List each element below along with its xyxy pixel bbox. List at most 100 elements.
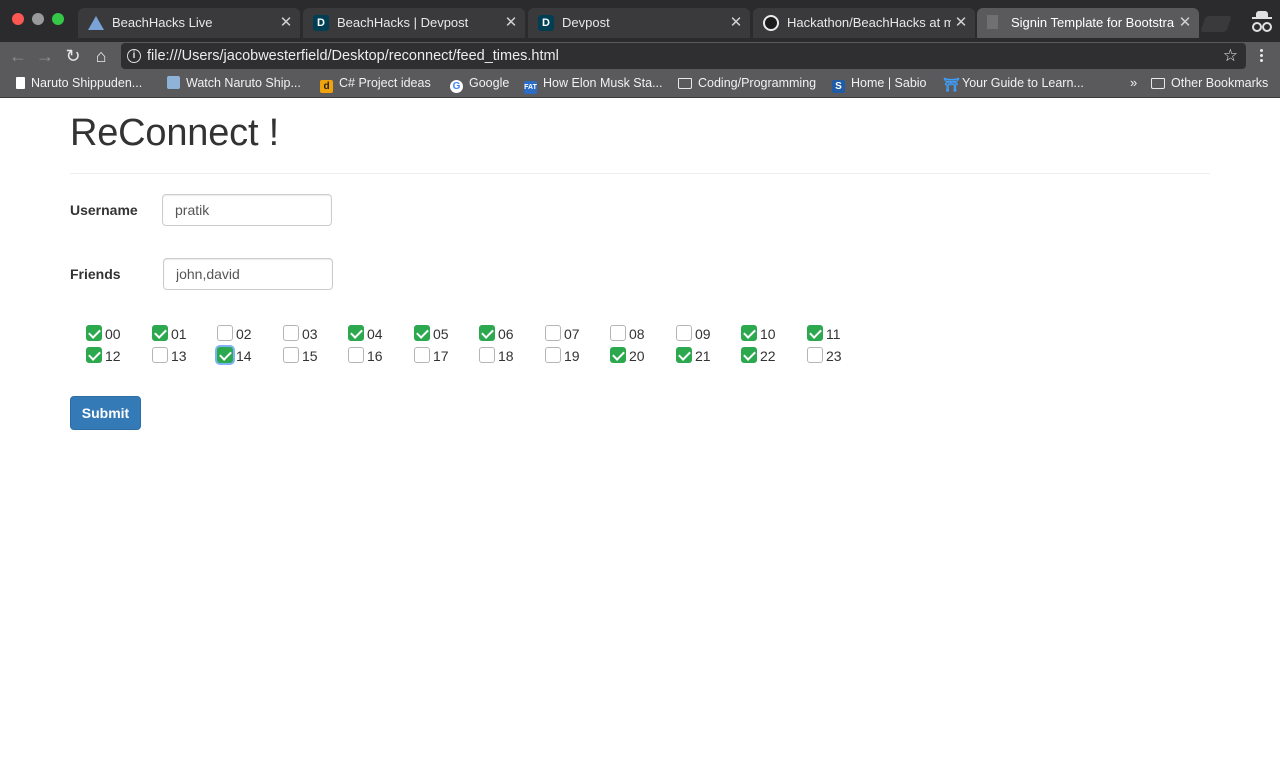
browser-menu-icon[interactable] [1256, 42, 1268, 70]
tab-devpost[interactable]: D Devpost ✕ [528, 8, 750, 38]
bookmark-csharp-ideas[interactable]: d C# Project ideas [320, 70, 431, 96]
tab-close-icon[interactable]: ✕ [1177, 8, 1193, 38]
checkbox-unchecked-icon[interactable] [545, 347, 561, 363]
checkbox-unchecked-icon[interactable] [414, 347, 430, 363]
hour-label: 21 [695, 348, 711, 364]
hour-row: 12 13 14 15 16 17 18 19 20 21 22 23 [86, 347, 886, 369]
tab-beachhacks-live[interactable]: BeachHacks Live ✕ [78, 8, 300, 38]
minimize-window-button[interactable] [32, 13, 44, 25]
hour-label: 17 [433, 348, 449, 364]
hour-label: 11 [826, 326, 841, 342]
checkbox-checked-icon[interactable] [741, 325, 757, 341]
maximize-window-button[interactable] [52, 13, 64, 25]
reload-icon[interactable]: ↻ [61, 44, 85, 68]
bookmark-your-guide[interactable]: ⛩ Your Guide to Learn... [943, 70, 1084, 96]
hour-label: 15 [302, 348, 318, 364]
checkbox-checked-icon[interactable] [414, 325, 430, 341]
pyramid-icon [88, 16, 104, 30]
checkbox-checked-icon[interactable] [610, 347, 626, 363]
checkbox-unchecked-icon[interactable] [217, 325, 233, 341]
hour-checkbox-grid: 00 01 02 03 04 05 06 07 08 09 10 11 12 13 14 15 16 17 18 1… [86, 325, 886, 369]
username-input[interactable] [162, 194, 332, 226]
checkbox-checked-icon[interactable] [676, 347, 692, 363]
bookmark-label: How Elon Musk Sta... [543, 76, 663, 90]
bookmark-label: Naruto Shippuden... [31, 76, 143, 90]
hour-label: 09 [695, 326, 711, 342]
divider [70, 173, 1210, 174]
checkbox-checked-icon[interactable] [479, 325, 495, 341]
bookmark-naruto-shippuden[interactable]: Naruto Shippuden... [16, 70, 142, 96]
tab-title: Signin Template for Bootstrap [1011, 15, 1175, 30]
bookmark-google[interactable]: G Google [450, 70, 509, 96]
checkbox-unchecked-icon[interactable] [283, 347, 299, 363]
hour-label: 02 [236, 326, 252, 342]
checkbox-unchecked-icon[interactable] [545, 325, 561, 341]
tab-close-icon[interactable]: ✕ [278, 8, 294, 38]
hour-label: 08 [629, 326, 645, 342]
devpost-icon: D [313, 15, 329, 31]
checkbox-unchecked-icon[interactable] [348, 347, 364, 363]
hour-label: 20 [629, 348, 645, 364]
forward-arrow-icon[interactable]: → [33, 44, 57, 68]
tab-title: Hackathon/BeachHacks at ma [787, 15, 951, 30]
bookmark-label: Other Bookmarks [1171, 76, 1269, 90]
bookmark-star-icon[interactable]: ☆ [1223, 43, 1238, 69]
page-title: ReConnect ! [70, 112, 280, 154]
friends-input[interactable] [163, 258, 333, 290]
bookmark-home-sabio[interactable]: S Home | Sabio [832, 70, 927, 96]
hour-label: 22 [760, 348, 776, 364]
tab-strip: BeachHacks Live ✕ D BeachHacks | Devpost… [0, 0, 1280, 42]
checkbox-unchecked-icon[interactable] [283, 325, 299, 341]
tab-title: BeachHacks | Devpost [337, 15, 469, 30]
back-arrow-icon[interactable]: ← [6, 44, 30, 68]
bookmarks-bar: Naruto Shippuden... Watch Naruto Ship...… [0, 70, 1280, 98]
tab-close-icon[interactable]: ✕ [953, 8, 969, 38]
hour-label: 01 [171, 326, 187, 342]
page-icon [16, 77, 25, 89]
bookmark-coding-programming[interactable]: Coding/Programming [678, 70, 816, 96]
checkbox-checked-icon[interactable] [807, 325, 823, 341]
checkbox-unchecked-icon[interactable] [152, 347, 168, 363]
tab-signin-template[interactable]: Signin Template for Bootstrap ✕ [977, 8, 1199, 38]
incognito-icon [1252, 11, 1272, 32]
checkbox-checked-icon[interactable] [741, 347, 757, 363]
hour-label: 04 [367, 326, 383, 342]
checkbox-unchecked-icon[interactable] [610, 325, 626, 341]
checkbox-checked-icon[interactable] [86, 347, 102, 363]
tab-github-hackathon[interactable]: Hackathon/BeachHacks at ma ✕ [753, 8, 975, 38]
friends-label: Friends [70, 266, 121, 282]
url-text[interactable]: file:///Users/jacobwesterfield/Desktop/r… [147, 43, 559, 69]
close-window-button[interactable] [12, 13, 24, 25]
checkbox-checked-icon[interactable] [152, 325, 168, 341]
tab-close-icon[interactable]: ✕ [503, 8, 519, 38]
tab-title: BeachHacks Live [112, 15, 213, 30]
address-bar[interactable]: i file:///Users/jacobwesterfield/Desktop… [121, 43, 1246, 69]
hour-label: 19 [564, 348, 580, 364]
watch-icon [167, 76, 180, 89]
checkbox-checked-icon[interactable] [86, 325, 102, 341]
tab-beachhacks-devpost[interactable]: D BeachHacks | Devpost ✕ [303, 8, 525, 38]
hour-label: 05 [433, 326, 449, 342]
checkbox-checked-icon[interactable] [348, 325, 364, 341]
hour-label: 03 [302, 326, 318, 342]
bookmark-elon-musk[interactable]: FAT How Elon Musk Sta... [524, 70, 663, 96]
tab-close-icon[interactable]: ✕ [728, 8, 744, 38]
checkbox-unchecked-icon[interactable] [807, 347, 823, 363]
submit-button[interactable]: Submit [70, 396, 141, 430]
hour-label: 06 [498, 326, 514, 342]
google-icon: G [450, 80, 463, 93]
bookmark-other-bookmarks[interactable]: Other Bookmarks [1151, 70, 1268, 96]
hour-label: 16 [367, 348, 383, 364]
home-icon[interactable]: ⌂ [89, 44, 113, 68]
checkbox-unchecked-icon[interactable] [676, 325, 692, 341]
checkbox-checked-icon[interactable] [217, 347, 233, 363]
new-tab-button[interactable] [1200, 16, 1232, 32]
checkbox-unchecked-icon[interactable] [479, 347, 495, 363]
bookmark-watch-naruto[interactable]: Watch Naruto Ship... [167, 70, 301, 96]
hour-label: 23 [826, 348, 842, 364]
page-info-icon[interactable]: i [127, 49, 141, 63]
username-label: Username [70, 202, 138, 218]
browser-toolbar: ← → ↻ ⌂ i file:///Users/jacobwesterfield… [0, 42, 1280, 70]
more-bookmarks-chevron-icon[interactable]: » [1130, 70, 1137, 96]
hour-label: 00 [105, 326, 121, 342]
